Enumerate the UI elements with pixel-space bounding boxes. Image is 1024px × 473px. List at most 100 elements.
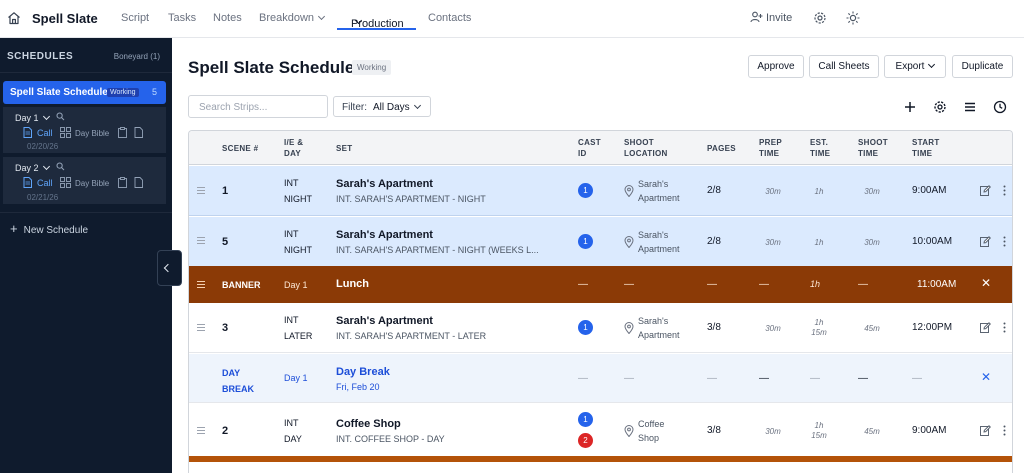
clipboard-icon[interactable] xyxy=(118,127,127,138)
day-bible-link[interactable]: Day Bible xyxy=(75,129,109,138)
drag-handle-icon[interactable] xyxy=(197,237,205,244)
day-break-row[interactable]: DAY BREAK Day 1 Day Break Fri, Feb 20 — —… xyxy=(189,354,1012,403)
table-row[interactable]: 5 INT NIGHT Sarah's Apartment INT. SARAH'… xyxy=(189,217,1012,266)
call-sheets-button[interactable]: Call Sheets xyxy=(809,55,879,78)
location-pin-icon xyxy=(624,236,634,248)
app-brand[interactable]: Spell Slate xyxy=(32,11,98,26)
cast-id-badge[interactable]: 1 xyxy=(578,234,593,249)
day-break-label: DAY BREAK xyxy=(222,365,254,397)
invite-button[interactable]: Invite xyxy=(750,11,792,24)
shoot-location: Sarah's Apartment xyxy=(638,177,680,205)
nav-breakdown[interactable]: Breakdown xyxy=(259,12,326,24)
day-bible-link[interactable]: Day Bible xyxy=(75,179,109,188)
day-item[interactable]: Day 1 Call Day Bible 02/20/26 xyxy=(3,107,166,153)
gear-icon[interactable] xyxy=(813,11,827,25)
shoot-location: Sarah's Apartment xyxy=(638,228,680,256)
boneyard-link[interactable]: Boneyard (1) xyxy=(114,52,160,61)
est-time-minutes: 15m xyxy=(811,328,827,337)
cast-id-badge[interactable]: 2 xyxy=(578,433,593,448)
day-filter-select[interactable]: Filter: All Days xyxy=(333,96,431,117)
home-icon[interactable] xyxy=(7,11,21,25)
cast-id-badge[interactable]: 1 xyxy=(578,412,593,427)
cast-id-badge[interactable]: 1 xyxy=(578,320,593,335)
filter-label: Filter: xyxy=(342,102,367,113)
table-row[interactable]: 3 INT LATER Sarah's Apartment INT. SARAH'… xyxy=(189,303,1012,353)
header-ie-line2: DAY xyxy=(284,149,302,158)
scene-number: 3 xyxy=(222,322,229,334)
scene-number: 5 xyxy=(222,236,229,248)
edit-icon[interactable] xyxy=(980,185,991,196)
location-pin-icon xyxy=(624,322,634,334)
header-location-line2: LOCATION xyxy=(624,149,668,158)
edit-icon[interactable] xyxy=(980,425,991,436)
next-banner-strip xyxy=(189,456,1012,462)
collapse-sidebar-button[interactable] xyxy=(157,250,182,286)
location-line1: Coffee xyxy=(638,419,665,429)
sidebar: SCHEDULES Boneyard (1) Spell Slate Sched… xyxy=(0,38,172,473)
file-icon[interactable] xyxy=(134,127,143,138)
edit-icon[interactable] xyxy=(980,322,991,333)
cast-id-badge[interactable]: 1 xyxy=(578,183,593,198)
sun-icon[interactable] xyxy=(846,11,860,25)
day-label[interactable]: Day 2 xyxy=(15,162,50,173)
menu-icon[interactable] xyxy=(963,100,977,114)
approve-button[interactable]: Approve xyxy=(748,55,804,78)
clipboard-icon[interactable] xyxy=(118,177,127,188)
clock-icon[interactable] xyxy=(993,100,1007,114)
int-ext-value: INT xyxy=(284,315,299,325)
nav-notes[interactable]: Notes xyxy=(213,12,242,24)
nav-tasks[interactable]: Tasks xyxy=(168,12,196,24)
more-options-icon[interactable] xyxy=(1003,185,1006,196)
header-location-line1: SHOOT xyxy=(624,138,654,147)
header-est-line1: EST. xyxy=(810,138,829,147)
header-shoot-line2: TIME xyxy=(858,149,879,158)
day-label-text: Day 2 xyxy=(15,163,39,173)
search-icon[interactable] xyxy=(56,112,65,121)
nav-production[interactable]: Production xyxy=(337,6,416,30)
search-icon[interactable] xyxy=(56,162,65,171)
grid-icon xyxy=(60,177,71,188)
main-content: Spell Slate Schedule Working Approve Cal… xyxy=(172,38,1024,473)
gear-icon[interactable] xyxy=(933,100,947,114)
more-options-icon[interactable] xyxy=(1003,425,1006,436)
start-time: 10:00AM xyxy=(912,236,953,247)
file-icon[interactable] xyxy=(134,177,143,188)
search-input[interactable]: Search Strips... xyxy=(188,95,328,118)
drag-handle-icon[interactable] xyxy=(197,427,205,434)
est-time-hours: 1h xyxy=(814,318,824,327)
more-options-icon[interactable] xyxy=(1003,236,1006,247)
table-row[interactable]: 2 INT DAY Coffee Shop INT. COFFEE SHOP - … xyxy=(189,404,1012,456)
close-icon[interactable]: ✕ xyxy=(981,370,991,384)
nav-script[interactable]: Script xyxy=(121,12,149,24)
edit-icon[interactable] xyxy=(980,236,991,247)
drag-handle-icon[interactable] xyxy=(197,187,205,194)
call-link[interactable]: Call xyxy=(37,178,53,188)
header-cast-line2: ID xyxy=(578,149,587,158)
est-time-minutes: 15m xyxy=(811,431,827,440)
plus-icon[interactable] xyxy=(903,100,917,114)
more-options-icon[interactable] xyxy=(1003,322,1006,333)
export-button[interactable]: Export xyxy=(884,55,946,78)
banner-label: BANNER xyxy=(222,280,261,290)
header-ie: I/E & DAY xyxy=(284,137,303,159)
header-prep-line2: TIME xyxy=(759,149,780,158)
table-row[interactable]: 1 INT NIGHT Sarah's Apartment INT. SARAH'… xyxy=(189,166,1012,216)
day-label[interactable]: Day 1 xyxy=(15,112,50,123)
banner-row[interactable]: BANNER Day 1 Lunch — — — — 1h — 11:00AM … xyxy=(189,266,1012,303)
drag-handle-icon[interactable] xyxy=(197,281,205,288)
new-schedule-button[interactable]: + New Schedule xyxy=(10,221,88,236)
time-of-day: LATER xyxy=(284,331,313,341)
grid-icon xyxy=(60,127,71,138)
day-item[interactable]: Day 2 Call Day Bible 02/21/26 xyxy=(3,157,166,204)
drag-handle-icon[interactable] xyxy=(197,324,205,331)
nav-contacts[interactable]: Contacts xyxy=(428,12,471,24)
est-time-hours: 1h xyxy=(814,421,824,430)
close-icon[interactable]: ✕ xyxy=(981,276,991,290)
divider xyxy=(0,72,172,73)
schedule-item[interactable]: Spell Slate Schedule Working 5 xyxy=(3,81,166,104)
call-link[interactable]: Call xyxy=(37,128,53,138)
filter-value: All Days xyxy=(373,102,410,113)
dash: — xyxy=(858,279,868,290)
document-icon xyxy=(23,177,32,188)
duplicate-button[interactable]: Duplicate xyxy=(952,55,1013,78)
